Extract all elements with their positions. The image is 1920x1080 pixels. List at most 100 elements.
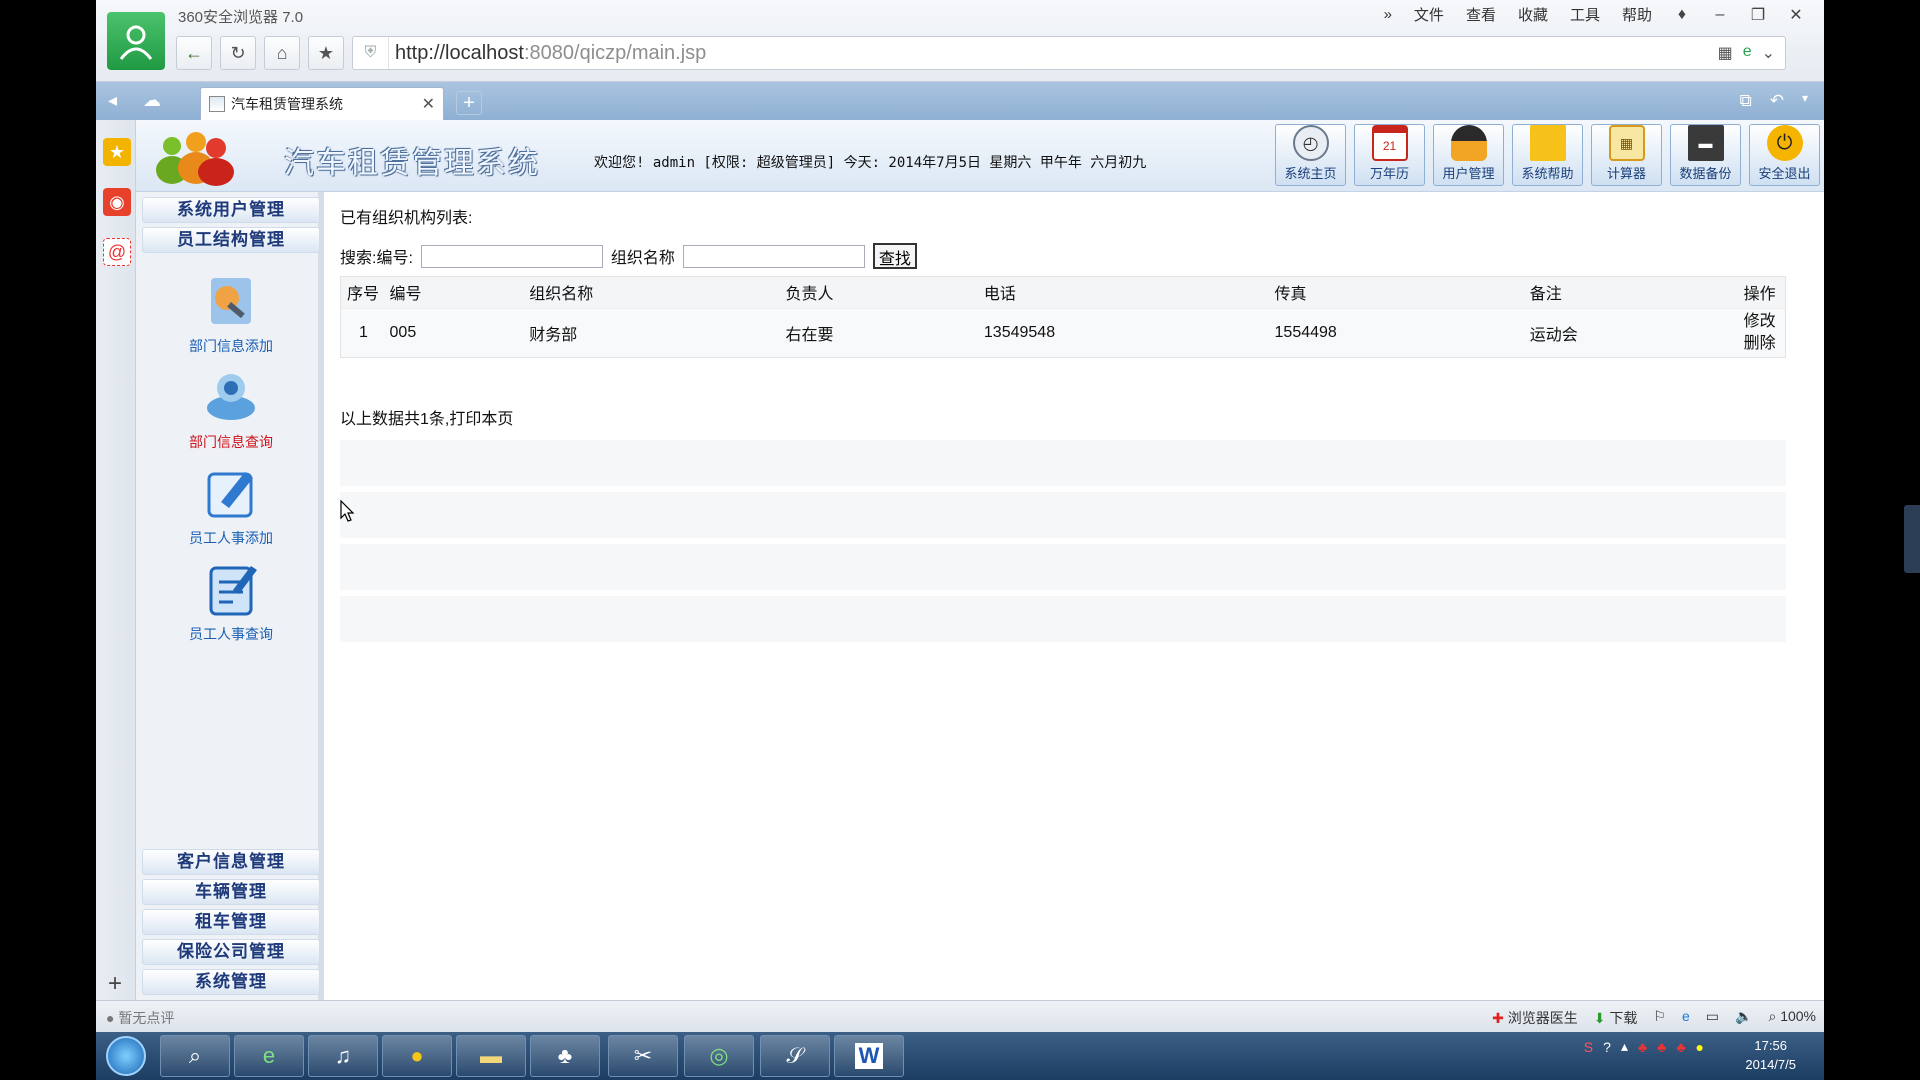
- refresh-button[interactable]: ↻: [220, 36, 256, 70]
- cloud-icon[interactable]: ☁: [143, 90, 161, 111]
- safe-exit-button[interactable]: ⏻ 安全退出: [1749, 124, 1820, 186]
- weibo-icon[interactable]: ◉: [103, 188, 131, 216]
- menu-view[interactable]: 查看: [1466, 4, 1496, 25]
- calculator-button[interactable]: ▦ 计算器: [1591, 124, 1662, 186]
- employee-add-label: 员工人事添加: [189, 530, 273, 546]
- address-bar[interactable]: ⛨ http://localhost:8080/qiczp/main.jsp ▦…: [352, 36, 1786, 70]
- header-toolbar: ◴ 系统主页 21 万年历 用户管理 系统帮助 ▦ 计算器 ▬ 数据备份 ⏻ 安…: [1275, 124, 1820, 186]
- window-icon[interactable]: ▭: [1706, 1008, 1719, 1028]
- home-page-button[interactable]: ◴ 系统主页: [1275, 124, 1346, 186]
- user-avatar[interactable]: [107, 12, 165, 70]
- empty-row: [340, 544, 1786, 590]
- delete-link[interactable]: 删除: [1744, 335, 1776, 352]
- menu-system[interactable]: 系统管理: [142, 969, 320, 995]
- zoom-icon: ⌕: [1768, 1008, 1777, 1024]
- taskbar-tools[interactable]: ✂: [608, 1035, 678, 1077]
- undo-close-icon[interactable]: ↶: [1770, 91, 1784, 111]
- department-add-icon: [211, 278, 251, 324]
- close-icon[interactable]: ✕: [1788, 5, 1804, 25]
- ie-icon[interactable]: e: [1682, 1008, 1690, 1028]
- tab-active[interactable]: 汽车租赁管理系统 ✕: [200, 87, 444, 120]
- col-fax: 传真: [1268, 277, 1524, 308]
- menu-file[interactable]: 文件: [1414, 4, 1444, 25]
- more-icon[interactable]: »: [1384, 6, 1392, 23]
- cell-name: 财务部: [523, 307, 780, 357]
- taskbar-refresh-app[interactable]: ◎: [684, 1035, 754, 1077]
- taskbar-word[interactable]: W: [834, 1035, 904, 1077]
- minimize-icon[interactable]: –: [1712, 6, 1728, 24]
- taskbar-360-browser[interactable]: e: [234, 1035, 304, 1077]
- department-add-link[interactable]: 部门信息添加: [166, 272, 296, 356]
- qq-tray-icon-2[interactable]: ♣: [1657, 1039, 1666, 1055]
- sogou-icon[interactable]: S: [1584, 1039, 1593, 1055]
- left-menu: 系统用户管理 员工结构管理 部门信息添加 部门信息查询 员工人事添加 员工人事查…: [136, 192, 324, 1000]
- browser-doctor-button[interactable]: ✚ 浏览器医生: [1492, 1008, 1578, 1028]
- back-button[interactable]: ←: [176, 36, 212, 70]
- qr-code-icon[interactable]: ▦: [1718, 43, 1733, 63]
- tab-title: 汽车租赁管理系统: [231, 96, 343, 112]
- employee-search-link[interactable]: 员工人事查询: [166, 560, 296, 644]
- window-list-icon[interactable]: ⧉: [1740, 91, 1752, 111]
- tool-label: 系统帮助: [1521, 166, 1574, 181]
- taskbar-clock[interactable]: 17:56 2014/7/5: [1745, 1036, 1796, 1074]
- menu-insurance[interactable]: 保险公司管理: [142, 939, 320, 965]
- url-text[interactable]: http://localhost:8080/qiczp/main.jsp: [389, 42, 1718, 65]
- employee-add-link[interactable]: 员工人事添加: [166, 464, 296, 548]
- network-icon[interactable]: ●: [1696, 1039, 1704, 1055]
- tab-close-icon[interactable]: ✕: [422, 94, 435, 114]
- new-tab-button[interactable]: +: [456, 91, 482, 115]
- calendar-button[interactable]: 21 万年历: [1354, 124, 1425, 186]
- favorites-star-icon[interactable]: ★: [103, 138, 131, 166]
- col-name: 组织名称: [523, 277, 780, 308]
- zoom-level: 100%: [1780, 1008, 1816, 1024]
- menu-favorites[interactable]: 收藏: [1518, 4, 1548, 25]
- start-button[interactable]: [106, 1036, 146, 1076]
- dropdown-icon[interactable]: ▾: [1802, 91, 1808, 111]
- add-sidebar-icon[interactable]: +: [108, 970, 122, 998]
- help-tray-icon[interactable]: ?: [1603, 1039, 1611, 1055]
- cell-leader: 右在要: [779, 307, 978, 357]
- menu-help[interactable]: 帮助: [1622, 4, 1652, 25]
- taskbar-qq[interactable]: ♣: [530, 1035, 600, 1077]
- tray-expand-icon[interactable]: ▴: [1621, 1038, 1628, 1055]
- volume-icon[interactable]: 🔈: [1735, 1008, 1752, 1028]
- search-name-input[interactable]: [682, 244, 865, 268]
- taskbar-fruit-app[interactable]: ●: [382, 1035, 452, 1077]
- search-id-input[interactable]: [420, 244, 603, 268]
- search-button[interactable]: 查找: [872, 243, 917, 269]
- browser-menu: » 文件 查看 收藏 工具 帮助 ♦ – ❐ ✕: [1384, 4, 1804, 25]
- flag-icon[interactable]: ⚐: [1653, 1008, 1666, 1028]
- menu-customer-info[interactable]: 客户信息管理: [142, 849, 320, 875]
- taskbar-explorer[interactable]: ▬: [456, 1035, 526, 1077]
- menu-system-users[interactable]: 系统用户管理: [142, 197, 320, 223]
- taskbar-search-app[interactable]: ⌕: [160, 1035, 230, 1077]
- restore-icon[interactable]: ❐: [1750, 5, 1766, 25]
- url-host: http://localhost: [395, 41, 524, 64]
- favorite-button[interactable]: ★: [308, 36, 344, 70]
- download-button[interactable]: ⬇ 下载: [1594, 1008, 1638, 1028]
- edit-link[interactable]: 修改: [1744, 313, 1776, 330]
- ie-mode-icon[interactable]: e: [1743, 43, 1752, 63]
- folder-icon: ▬: [480, 1043, 502, 1068]
- taskbar-s-app[interactable]: 𝒮: [760, 1035, 830, 1077]
- list-title: 已有组织机构列表:: [340, 210, 473, 227]
- zoom-control[interactable]: ⌕ 100%: [1768, 1008, 1816, 1028]
- taskbar-itunes[interactable]: ♫: [308, 1035, 378, 1077]
- qq-tray-icon-3[interactable]: ♣: [1676, 1039, 1685, 1055]
- qq-tray-icon-1[interactable]: ♣: [1638, 1039, 1647, 1055]
- mail-icon[interactable]: @: [103, 238, 131, 266]
- screen-side-handle[interactable]: [1904, 505, 1920, 573]
- menu-employee-structure[interactable]: 员工结构管理: [142, 227, 320, 253]
- app-header: 汽车租赁管理系统 欢迎您! admin [权限: 超级管理员] 今天: 2014…: [136, 120, 1824, 192]
- menu-rental[interactable]: 租车管理: [142, 909, 320, 935]
- home-button[interactable]: ⌂: [264, 36, 300, 70]
- menu-tools[interactable]: 工具: [1570, 4, 1600, 25]
- user-management-button[interactable]: 用户管理: [1433, 124, 1504, 186]
- skin-icon[interactable]: ♦: [1674, 6, 1690, 24]
- system-help-button[interactable]: 系统帮助: [1512, 124, 1583, 186]
- data-backup-button[interactable]: ▬ 数据备份: [1670, 124, 1741, 186]
- chevron-down-icon[interactable]: ⌄: [1762, 43, 1775, 63]
- menu-vehicle[interactable]: 车辆管理: [142, 879, 320, 905]
- sidebar-toggle-icon[interactable]: ◂: [108, 90, 117, 111]
- department-search-link[interactable]: 部门信息查询: [166, 368, 296, 452]
